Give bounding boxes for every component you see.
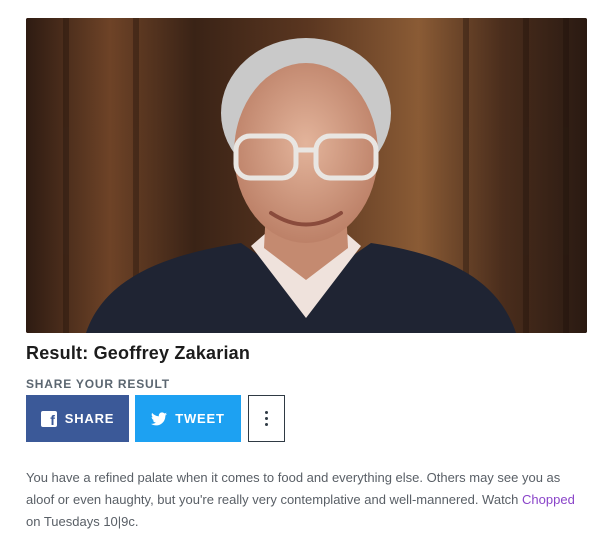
more-share-options-button[interactable] [248,395,285,442]
facebook-icon: f [40,410,57,427]
twitter-tweet-button[interactable]: TWEET [135,395,241,442]
chopped-link[interactable]: Chopped [522,492,575,507]
twitter-bird-icon [151,411,168,425]
facebook-share-button[interactable]: f SHARE [26,395,129,442]
vertical-ellipsis-icon [265,411,268,426]
description-text-end: on Tuesdays 10|9c. [26,514,139,529]
result-photo [26,18,587,333]
result-description: You have a refined palate when it comes … [26,467,591,533]
share-heading: SHARE YOUR RESULT [26,377,170,391]
facebook-share-label: SHARE [64,411,115,426]
description-text: You have a refined palate when it comes … [26,470,561,507]
portrait-illustration [26,18,587,333]
result-title: Result: Geoffrey Zakarian [26,343,251,363]
twitter-tweet-label: TWEET [175,411,225,426]
